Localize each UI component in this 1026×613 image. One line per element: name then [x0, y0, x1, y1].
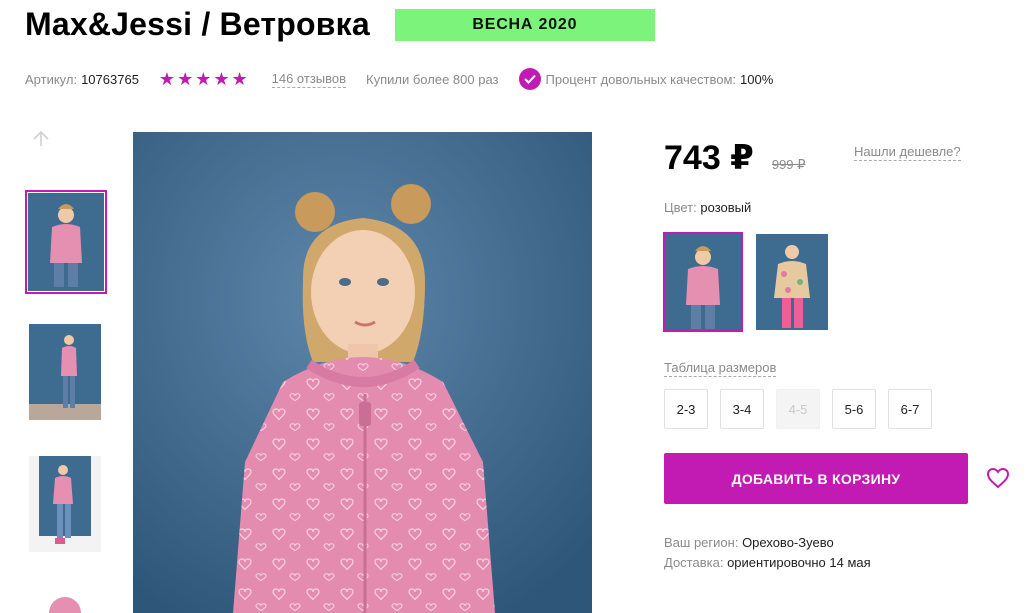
color-label: Цвет: [664, 200, 697, 215]
size-option[interactable]: 5-6 [832, 389, 876, 429]
product-title: Max&Jessi / Ветровка [25, 6, 370, 42]
reviews-link[interactable]: 146 отзывов [271, 71, 347, 88]
delivery-row: Доставка: ориентировочно 14 мая [664, 555, 871, 570]
color-row: Цвет: розовый [664, 200, 751, 215]
article-label: Артикул: [25, 71, 78, 87]
quality-value: 100% [740, 71, 774, 87]
size-option[interactable]: 2-3 [664, 389, 708, 429]
old-price: 999 ₽ [771, 157, 806, 172]
delivery-label: Доставка: [664, 555, 724, 570]
thumbnail-4[interactable] [40, 594, 90, 613]
season-badge: ВЕСНА 2020 [394, 8, 655, 41]
price-row: 743 ₽ 999 ₽ Нашли дешевле? [664, 138, 964, 178]
bought-count: Купили более 800 раз [366, 71, 499, 87]
star-icon: ★ [158, 69, 176, 89]
article-value: 10763765 [81, 71, 139, 87]
size-option[interactable]: 3-4 [720, 389, 764, 429]
quality-label: Процент довольных качеством: [545, 71, 737, 87]
check-icon [518, 68, 541, 90]
current-price: 743 ₽ [664, 139, 754, 177]
delivery-value: ориентировочно 14 мая [727, 555, 871, 570]
color-value: розовый [700, 200, 752, 215]
star-icon: ★ [213, 69, 230, 89]
region-value[interactable]: Орехово-Зуево [742, 535, 834, 550]
found-cheaper-link[interactable]: Нашли дешевле? [854, 144, 961, 161]
add-to-cart-button[interactable]: ДОБАВИТЬ В КОРЗИНУ [664, 453, 968, 504]
region-row: Ваш регион: Орехово-Зуево [664, 535, 834, 550]
star-icon: ★ [177, 69, 194, 89]
color-swatch-floral[interactable] [756, 234, 828, 330]
star-icon: ★ [195, 69, 212, 89]
color-swatch-pink[interactable] [663, 232, 743, 332]
region-label: Ваш регион: [664, 535, 739, 550]
rating-stars[interactable]: ★ ★ ★ ★ ★ [159, 70, 250, 88]
thumbnail-3[interactable] [29, 456, 101, 552]
main-product-photo[interactable] [133, 132, 592, 613]
star-icon: ★ [231, 69, 248, 89]
thumbnail-2[interactable] [29, 324, 101, 420]
meta-row: Артикул: 10763765 ★ ★ ★ ★ ★ 146 отзывов … [25, 68, 773, 90]
size-option-unavailable: 4-5 [776, 389, 820, 429]
heart-icon[interactable] [986, 467, 1010, 489]
arrow-up-icon[interactable] [30, 128, 52, 150]
size-selector: 2-3 3-4 4-5 5-6 6-7 [664, 389, 944, 429]
size-table-link[interactable]: Таблица размеров [664, 360, 777, 377]
thumbnail-1[interactable] [25, 190, 107, 294]
size-option[interactable]: 6-7 [888, 389, 932, 429]
title-row: Max&Jessi / Ветровка ВЕСНА 2020 [25, 6, 655, 43]
